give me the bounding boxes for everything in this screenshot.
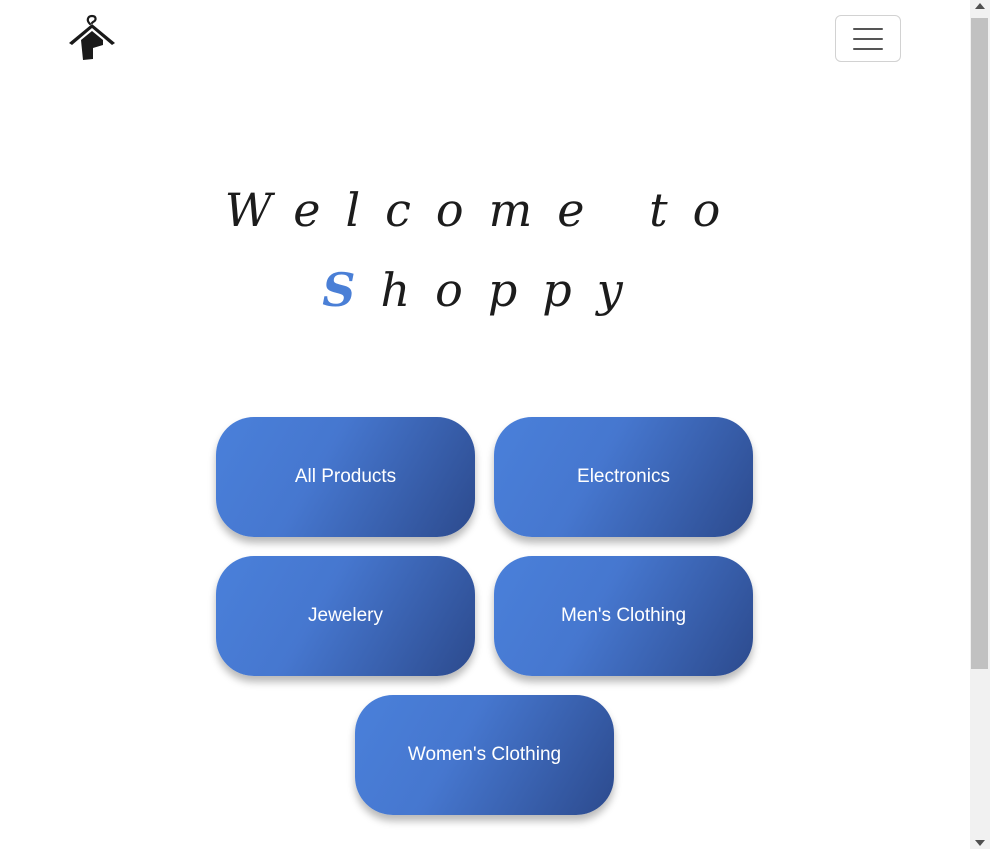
vertical-scrollbar[interactable] (970, 0, 990, 849)
page-title: Welcome to Shoppy (170, 170, 800, 330)
title-line-2: Shoppy (170, 250, 800, 330)
scroll-up-arrow-icon[interactable] (975, 3, 985, 9)
title-line-2-rest: hoppy (380, 263, 648, 317)
hamburger-menu-icon-bar (853, 48, 883, 50)
brand-logo[interactable] (66, 14, 118, 64)
menu-toggle-button[interactable] (835, 15, 901, 62)
jewelery-button[interactable]: Jewelery (216, 556, 475, 676)
mens-clothing-button[interactable]: Men's Clothing (494, 556, 753, 676)
electronics-button[interactable]: Electronics (494, 417, 753, 537)
hanger-house-icon (69, 14, 115, 60)
hamburger-menu-icon-bar (853, 38, 883, 40)
womens-clothing-button[interactable]: Women's Clothing (355, 695, 614, 815)
hamburger-menu-icon (853, 28, 883, 30)
scroll-down-arrow-icon[interactable] (975, 840, 985, 846)
page: Welcome to Shoppy All Products Electroni… (0, 0, 990, 849)
title-accent-letter: S (322, 263, 381, 317)
all-products-button[interactable]: All Products (216, 417, 475, 537)
title-line-1: Welcome to (224, 183, 746, 237)
scrollbar-thumb[interactable] (971, 18, 988, 669)
